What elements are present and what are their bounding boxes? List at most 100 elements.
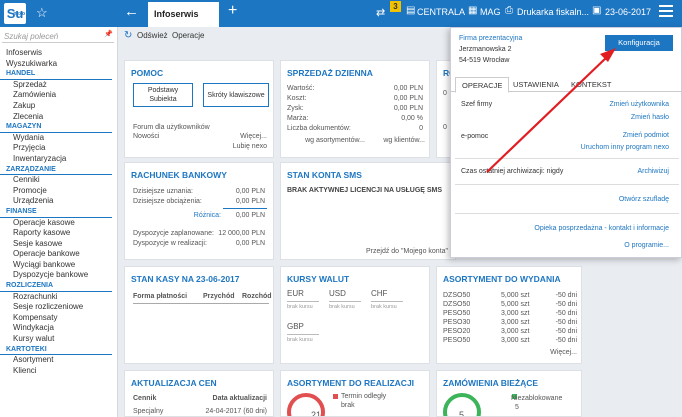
sidebar-item[interactable]: Rozrachunki: [0, 292, 118, 303]
by-product-link[interactable]: wg asortymentów...: [305, 137, 365, 144]
back-arrow-icon[interactable]: ←: [124, 3, 139, 20]
archive-link[interactable]: Archiwizuj: [637, 168, 669, 175]
product-code[interactable]: PESO50: [443, 310, 470, 317]
card-aktualizacja: AKTUALIZACJA CEN Cennik Data aktualizacj…: [124, 370, 274, 417]
sidebar-item[interactable]: Inwentaryzacja: [0, 154, 118, 165]
product-code[interactable]: PESO50: [443, 337, 470, 344]
sum-line: [223, 208, 267, 209]
product-days: -50 dni: [555, 310, 577, 317]
tab-operacje[interactable]: OPERACJE: [455, 77, 510, 93]
sidebar-item[interactable]: Sprzedaż: [0, 80, 118, 91]
sidebar-item[interactable]: Wyszukiwarka: [0, 59, 118, 70]
sidebar-item[interactable]: Windykacja: [0, 323, 118, 334]
tab-infoserwis[interactable]: Infoserwis: [148, 2, 219, 27]
col-payment-form: Forma płatności: [133, 293, 188, 300]
tab-kontekst[interactable]: KONTEKST: [571, 80, 611, 89]
subiekt-logo[interactable]: Su nexo: [4, 3, 26, 24]
tab-ustawienia[interactable]: USTAWIENIA: [513, 80, 559, 89]
search-input[interactable]: Szukaj poleceń: [2, 29, 114, 43]
star-icon[interactable]: ☆: [36, 5, 48, 21]
sidebar-item[interactable]: Cenniki: [0, 175, 118, 186]
inprogress-value: 0,00 PLN: [235, 240, 265, 247]
warehouse-selector[interactable]: MAG: [480, 7, 501, 17]
configuration-button[interactable]: Konfiguracja: [605, 35, 673, 51]
sidebar-item[interactable]: Operacje kasowe: [0, 218, 118, 229]
sales-value: 0,00 %: [401, 115, 423, 122]
rate-underline: [371, 301, 403, 302]
by-client-link[interactable]: wg klientów...: [383, 137, 425, 144]
menu-icon[interactable]: [659, 5, 673, 17]
sidebar-item[interactable]: Wydania: [0, 133, 118, 144]
basics-button[interactable]: Podstawy Subiekta: [133, 83, 193, 107]
product-code[interactable]: PESO20: [443, 328, 470, 335]
sidebar-item[interactable]: Wyciągi bankowe: [0, 260, 118, 271]
after-sales-care-link[interactable]: Opieka posprzedażna - kontakt i informac…: [534, 225, 669, 232]
user-menu-popup: Firma prezentacyjna Jerzmanowska 2 54-51…: [450, 27, 682, 258]
forum-link[interactable]: Forum dla użytkowników: [133, 124, 210, 131]
sidebar-item[interactable]: Asortyment: [0, 355, 118, 366]
user-role: Szef firmy: [461, 101, 493, 108]
notification-badge: 3: [390, 1, 401, 12]
refresh-button[interactable]: Odśwież: [137, 31, 168, 40]
building-icon: ▤: [406, 5, 416, 16]
rate-value: brak kursu: [371, 304, 397, 310]
new-tab-icon[interactable]: +: [228, 2, 237, 20]
pricelist-name[interactable]: Specjalny: [133, 408, 163, 415]
sales-label: Zysk:: [287, 105, 304, 112]
change-user-link[interactable]: Zmień użytkownika: [609, 101, 669, 108]
sidebar-item[interactable]: Przyjęcia: [0, 143, 118, 154]
change-entity-link[interactable]: Zmień podmiot: [623, 132, 669, 139]
legend-unblocked: Niezablokowane: [511, 395, 563, 402]
card-realizacja: ASORTYMENT DO REALIZACJI 21 Termin odleg…: [280, 370, 430, 417]
operations-button[interactable]: Operacje: [172, 31, 204, 40]
branch-selector[interactable]: CENTRALA: [417, 7, 465, 17]
date-selector[interactable]: 23-06-2017: [605, 7, 651, 17]
rate-underline: [329, 301, 361, 302]
product-code[interactable]: DZSO50: [443, 292, 470, 299]
sidebar-item[interactable]: Urządzenia: [0, 196, 118, 207]
more-link[interactable]: Więcej...: [550, 349, 577, 356]
branch-icon[interactable]: ⇄: [376, 6, 385, 19]
card-pomoc: POMOC Podstawy Subiekta Skróty klawiszow…: [124, 60, 274, 158]
pricelist-date: 24-04-2017 (60 dni): [205, 408, 268, 415]
product-code[interactable]: PESO30: [443, 319, 470, 326]
card-title: STAN KONTA SMS: [287, 170, 362, 180]
card-title: SPRZEDAŻ DZIENNA: [287, 68, 373, 78]
sidebar-item[interactable]: Dyspozycje bankowe: [0, 270, 118, 281]
sidebar-item[interactable]: Operacje bankowe: [0, 249, 118, 260]
sales-value: 0: [419, 125, 423, 132]
sidebar-item[interactable]: Sesje rozliczeniowe: [0, 302, 118, 313]
card-asortyment: ASORTYMENT DO WYDANIA DZSO50 5,000 szt -50…: [436, 266, 582, 364]
sidebar-item[interactable]: Kursy walut: [0, 334, 118, 345]
card-title: POMOC: [131, 68, 164, 78]
sidebar-item[interactable]: Klienci: [0, 366, 118, 377]
sidebar-item[interactable]: Sesje kasowe: [0, 239, 118, 250]
about-program-link[interactable]: O programie...: [624, 242, 669, 249]
rate-underline: [287, 301, 319, 302]
my-account-link[interactable]: Przejdź do "Mojego konta": [366, 248, 448, 255]
product-days: -50 dni: [555, 301, 577, 308]
debit-value: 0,00 PLN: [235, 198, 265, 205]
sidebar-item[interactable]: Zlecenia: [0, 112, 118, 123]
company-city: 54-519 Wrocław: [459, 57, 510, 64]
sidebar-item[interactable]: Kompensaty: [0, 313, 118, 324]
run-other-program-link[interactable]: Uruchom inny program nexo: [581, 144, 669, 151]
printer-selector[interactable]: Drukarka fiskaln...: [517, 7, 589, 17]
pin-icon[interactable]: 📌: [104, 30, 113, 38]
sidebar-item[interactable]: Raporty kasowe: [0, 228, 118, 239]
legend-brak: brak: [341, 402, 355, 409]
card-kasa: STAN KASY NA 23-06-2017 Forma płatności …: [124, 266, 274, 364]
refresh-icon[interactable]: ↻: [124, 30, 132, 41]
open-drawer-link[interactable]: Otwórz szufladę: [619, 196, 669, 203]
shortcuts-button[interactable]: Skróty klawiszowe: [203, 83, 269, 107]
sidebar-item[interactable]: Zamówienia: [0, 90, 118, 101]
product-code[interactable]: DZSO50: [443, 301, 470, 308]
like-link[interactable]: Lubię nexo: [233, 143, 267, 150]
sales-label: Koszt:: [287, 95, 307, 102]
more-link[interactable]: Więcej...: [240, 133, 267, 140]
sales-value: 0,00 PLN: [393, 95, 423, 102]
sidebar-item[interactable]: Zakup: [0, 101, 118, 112]
sidebar-item[interactable]: Infoserwis: [0, 48, 118, 59]
sidebar-item[interactable]: Promocje: [0, 186, 118, 197]
change-password-link[interactable]: Zmień hasło: [631, 114, 669, 121]
